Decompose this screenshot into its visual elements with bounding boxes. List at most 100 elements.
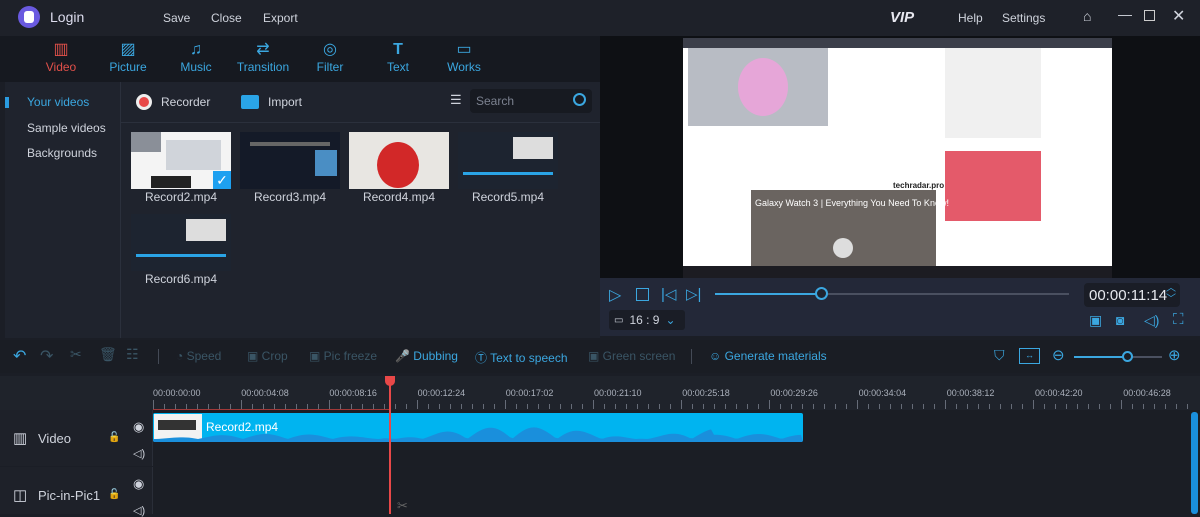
library-sidebar: Your videos Sample videos Backgrounds bbox=[5, 82, 121, 338]
save-menu[interactable]: Save bbox=[163, 11, 190, 25]
track-label: Video bbox=[38, 431, 72, 446]
ruler-tick bbox=[395, 404, 396, 409]
ruler-tick bbox=[692, 404, 693, 409]
timecode-display[interactable]: 00:00:11:14 ︿ ﹀ bbox=[1084, 283, 1180, 307]
redo-icon[interactable]: ↷ bbox=[40, 346, 53, 366]
generate-materials-button[interactable]: ☺ Generate materials bbox=[709, 349, 827, 363]
track-header: ◫ Pic-in-Pic1 🔓 ◉ ◁) bbox=[0, 467, 153, 517]
text-to-speech-button[interactable]: Ⓣ Text to speech bbox=[475, 349, 568, 366]
recorder-button[interactable]: Recorder bbox=[136, 92, 210, 112]
export-menu[interactable]: Export bbox=[263, 11, 298, 25]
ruler-tick bbox=[1066, 404, 1067, 409]
ruler-tick bbox=[1165, 404, 1166, 409]
eye-icon[interactable]: ◉ bbox=[133, 419, 144, 435]
dubbing-button[interactable]: 🎤 Dubbing bbox=[395, 349, 458, 363]
ruler-tick bbox=[681, 400, 682, 409]
timecode-stepper-icon[interactable]: ︿ ﹀ bbox=[1166, 283, 1176, 305]
timeline-ruler[interactable]: 00:00:00:00 00:00:04:08 00:00:08:16 00:00:1… bbox=[0, 376, 1200, 410]
cut-icon[interactable]: ✂ bbox=[70, 346, 82, 363]
crop-button[interactable]: ▣ Crop bbox=[247, 349, 288, 363]
next-frame-icon[interactable]: ▷| bbox=[686, 285, 701, 303]
timeline-scrollbar[interactable] bbox=[1191, 412, 1198, 514]
ruler-tick bbox=[1022, 404, 1023, 409]
tab-transition[interactable]: ⇄ Transition bbox=[228, 40, 298, 74]
filter-icon: ◎ bbox=[323, 41, 337, 58]
sidebar-item-your-videos[interactable]: Your videos bbox=[27, 95, 89, 109]
import-button[interactable]: Import bbox=[241, 92, 302, 112]
ruler-tick bbox=[747, 404, 748, 409]
ruler-tick bbox=[153, 400, 154, 409]
fullscreen-icon[interactable]: ⛶ bbox=[1173, 311, 1184, 328]
fit-timeline-icon[interactable]: ↔ bbox=[1019, 348, 1040, 364]
divider bbox=[121, 122, 600, 123]
ruler-tick bbox=[461, 404, 462, 409]
video-thumb-record4[interactable] bbox=[349, 132, 449, 189]
timeline-zoom-slider[interactable] bbox=[1074, 351, 1162, 362]
audio-icon[interactable]: ◁) bbox=[133, 447, 145, 460]
sort-icon[interactable]: ☰ bbox=[450, 92, 462, 108]
adjust-icon[interactable]: ☷ bbox=[126, 346, 139, 363]
tab-music[interactable]: ♫ Music bbox=[161, 40, 231, 74]
zoom-in-icon[interactable]: ⊕ bbox=[1168, 346, 1181, 364]
video-thumb-record5[interactable] bbox=[458, 132, 558, 189]
help-menu[interactable]: Help bbox=[958, 11, 983, 25]
login-button[interactable]: Login bbox=[50, 9, 84, 25]
tab-works[interactable]: ▭ Works bbox=[429, 40, 499, 74]
home-icon[interactable]: ⌂ bbox=[1083, 8, 1091, 24]
pic-freeze-button[interactable]: ▣ Pic freeze bbox=[309, 349, 377, 363]
ruler-tick bbox=[956, 404, 957, 409]
ruler-tick bbox=[538, 404, 539, 409]
video-clip[interactable]: Record2.mp4 bbox=[153, 413, 803, 442]
avatar[interactable] bbox=[18, 6, 40, 28]
tab-video[interactable]: ▥ Video bbox=[26, 40, 96, 74]
minimize-icon[interactable]: — bbox=[1118, 6, 1132, 22]
playback-slider[interactable] bbox=[715, 287, 1069, 300]
ruler-tick bbox=[802, 404, 803, 409]
sidebar-item-backgrounds[interactable]: Backgrounds bbox=[27, 146, 97, 160]
eye-icon[interactable]: ◉ bbox=[133, 476, 144, 492]
ruler-tick bbox=[670, 404, 671, 409]
import-folder-icon bbox=[241, 95, 259, 109]
ruler-tick bbox=[637, 404, 638, 409]
screen-settings-icon[interactable]: ▣ bbox=[1089, 312, 1102, 329]
ruler-label: 00:00:00:00 bbox=[153, 388, 201, 398]
tab-text[interactable]: T Text bbox=[363, 40, 433, 74]
video-thumb-record6[interactable] bbox=[131, 214, 231, 271]
ruler-label: 00:00:38:12 bbox=[946, 388, 995, 398]
settings-menu[interactable]: Settings bbox=[1002, 11, 1045, 25]
stop-icon[interactable] bbox=[636, 288, 649, 301]
delete-icon[interactable]: 🗑 bbox=[99, 346, 117, 363]
playhead[interactable] bbox=[385, 376, 395, 514]
search-input[interactable]: Search bbox=[470, 89, 592, 113]
zoom-out-icon[interactable]: ⊖ bbox=[1052, 346, 1065, 364]
maximize-icon[interactable] bbox=[1144, 10, 1155, 21]
ruler-tick bbox=[549, 404, 550, 409]
marker-icon[interactable]: ⛉ bbox=[994, 347, 1005, 364]
play-icon[interactable]: ▷ bbox=[609, 285, 621, 305]
speed-button[interactable]: ◔ Speed bbox=[176, 349, 221, 363]
video-thumb-record2[interactable]: ✓ bbox=[131, 132, 231, 189]
aspect-ratio-select[interactable]: ▭ 16 : 9 ⌄ bbox=[609, 310, 685, 330]
close-icon[interactable]: ✕ bbox=[1172, 6, 1185, 26]
lock-icon[interactable]: 🔓 bbox=[108, 432, 120, 443]
chevron-down-icon: ⌄ bbox=[665, 313, 676, 327]
undo-icon[interactable]: ↶ bbox=[13, 346, 26, 366]
volume-icon[interactable]: ◁) bbox=[1144, 312, 1159, 329]
tab-picture[interactable]: ▨ Picture bbox=[93, 40, 163, 74]
video-thumb-record3[interactable] bbox=[240, 132, 340, 189]
lock-icon[interactable]: 🔓 bbox=[108, 489, 120, 500]
ruler-tick bbox=[967, 404, 968, 409]
vip-button[interactable]: VIP bbox=[890, 9, 914, 26]
preview-video[interactable]: Galaxy Watch 3 | Everything You Need To … bbox=[683, 38, 1112, 278]
sidebar-item-sample-videos[interactable]: Sample videos bbox=[27, 121, 106, 135]
close-menu[interactable]: Close bbox=[211, 11, 242, 25]
tab-filter[interactable]: ◎ Filter bbox=[295, 40, 365, 74]
ruler-label: 00:00:21:10 bbox=[594, 388, 642, 398]
camera-icon[interactable]: ◙ bbox=[1116, 312, 1124, 328]
search-icon[interactable] bbox=[573, 93, 586, 106]
ruler-tick bbox=[1000, 404, 1001, 409]
ruler-tick bbox=[1121, 400, 1122, 409]
green-screen-button[interactable]: ▣ Green screen bbox=[588, 349, 675, 363]
previous-frame-icon[interactable]: |◁ bbox=[661, 285, 676, 303]
audio-icon[interactable]: ◁) bbox=[133, 504, 145, 517]
